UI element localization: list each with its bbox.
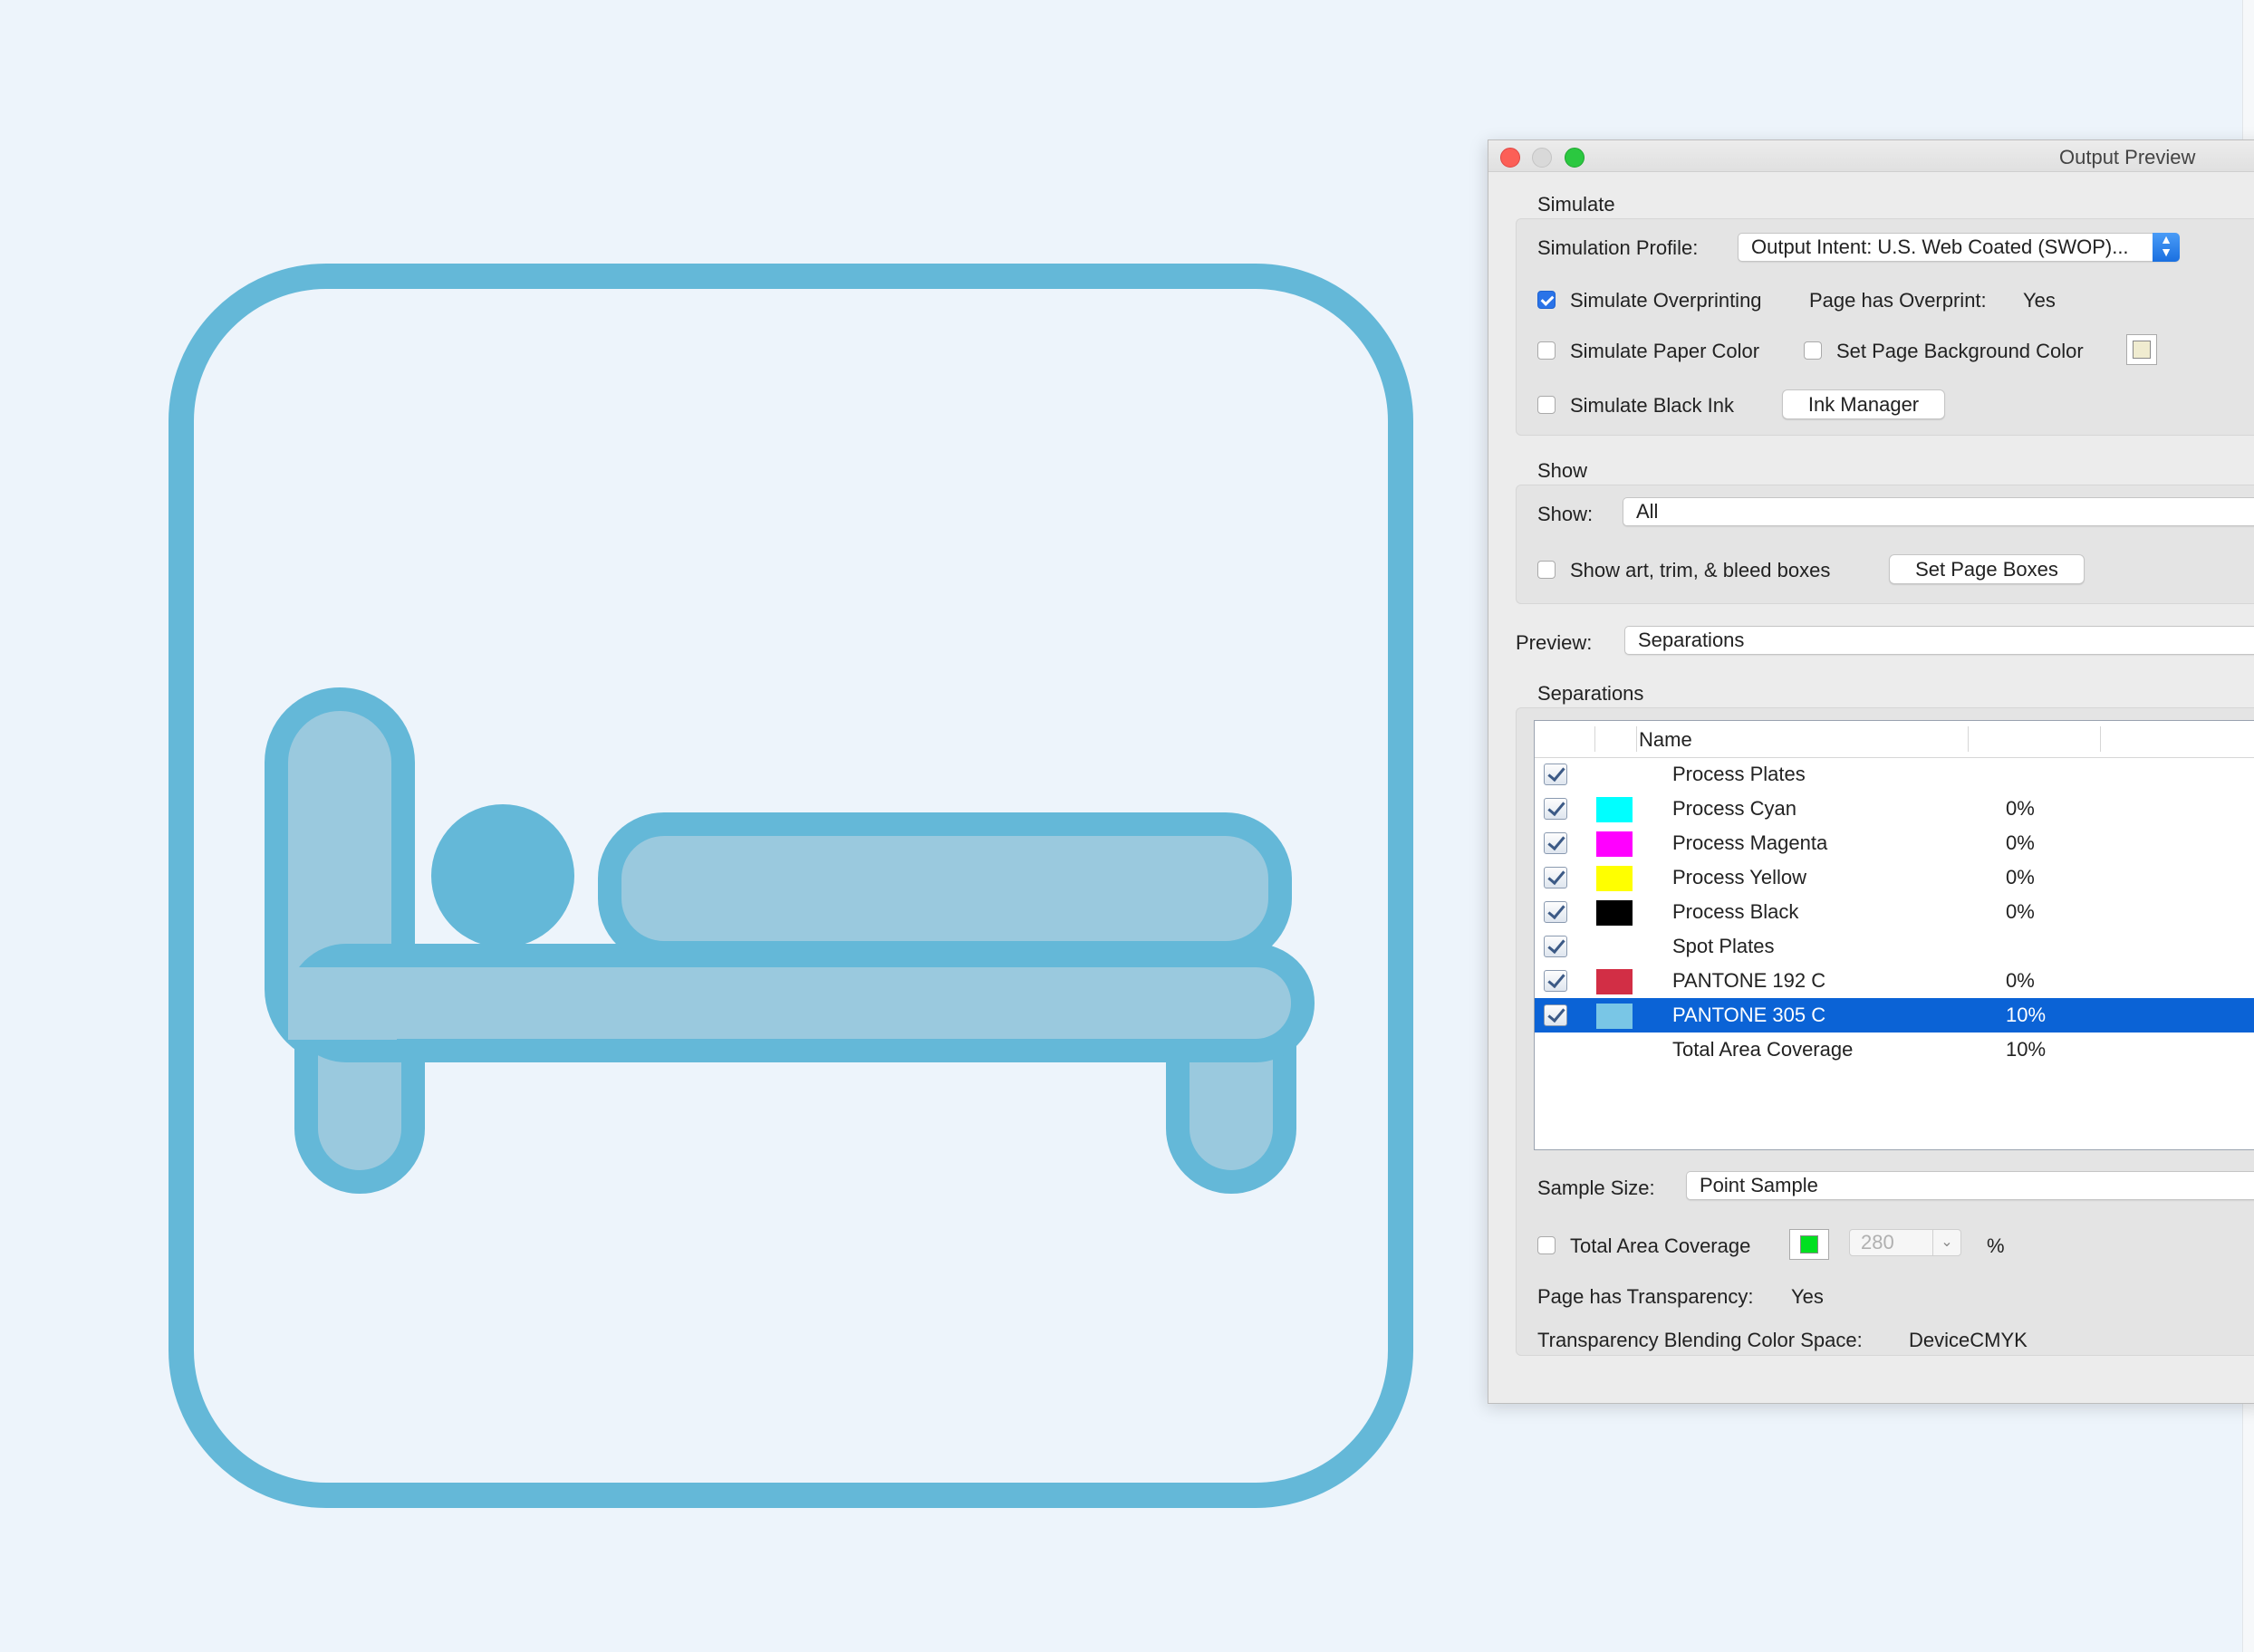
plate-name: Process Black [1672, 900, 1799, 923]
page-background-color-swatch[interactable] [2126, 334, 2157, 365]
window-title: Output Preview [2059, 146, 2196, 168]
minimize-button[interactable] [1532, 148, 1552, 168]
transparency-value: Yes [1791, 1285, 1824, 1308]
plate-coverage-percent: 0% [2006, 900, 2035, 923]
show-label: Show: [1537, 503, 1594, 525]
table-row[interactable]: Process Plates [1535, 757, 2254, 792]
set-page-boxes-button[interactable]: Set Page Boxes [1889, 554, 2085, 584]
close-button[interactable] [1500, 148, 1520, 168]
plate-visible-checkbox[interactable] [1544, 867, 1567, 888]
total-area-coverage-label: Total Area Coverage [1570, 1234, 1751, 1257]
total-area-coverage-checkbox[interactable] [1537, 1236, 1556, 1254]
plate-name: Process Magenta [1672, 831, 1828, 854]
preview-select[interactable]: Separations [1624, 626, 2254, 655]
coverage-value: 280 [1861, 1231, 1894, 1253]
table-row[interactable]: PANTONE 305 C 10% [1535, 998, 2254, 1032]
plate-coverage-percent: 0% [2006, 797, 2035, 820]
table-row[interactable]: Process Cyan 0% [1535, 792, 2254, 826]
plate-coverage-percent: 0% [2006, 969, 2035, 992]
plate-name: Process Yellow [1672, 866, 1806, 888]
plate-coverage-percent: 0% [2006, 831, 2035, 854]
table-row[interactable]: Process Magenta 0% [1535, 826, 2254, 860]
bed-frame [287, 944, 1315, 1062]
transparency-label: Page has Transparency: [1537, 1285, 1754, 1308]
plate-color-swatch [1596, 831, 1633, 857]
plate-name: Process Cyan [1672, 797, 1796, 820]
coverage-value-combobox[interactable]: 280 ⌄ [1849, 1229, 1961, 1256]
separations-table: Name Process Plates Process Cyan 0% Process… [1534, 720, 2254, 1150]
table-row[interactable]: Process Black 0% [1535, 895, 2254, 929]
bed-icon [169, 264, 1413, 1508]
table-header: Name [1535, 721, 2254, 758]
simulate-section-label: Simulate [1537, 193, 1615, 216]
bed-illustration [169, 264, 1413, 1508]
show-boxes-label: Show art, trim, & bleed boxes [1570, 559, 1831, 581]
set-page-background-label: Set Page Background Color [1836, 340, 2084, 362]
separations-section-label: Separations [1537, 682, 1644, 705]
sample-size-label: Sample Size: [1537, 1177, 1655, 1199]
simulate-black-ink-checkbox[interactable] [1537, 396, 1556, 414]
preview-label: Preview: [1516, 631, 1593, 654]
plate-visible-checkbox[interactable] [1544, 764, 1567, 785]
plate-visible-checkbox[interactable] [1544, 970, 1567, 992]
plate-visible-checkbox[interactable] [1544, 832, 1567, 854]
ink-manager-button[interactable]: Ink Manager [1782, 389, 1945, 419]
plate-visible-checkbox[interactable] [1544, 798, 1567, 820]
person-head [431, 804, 574, 947]
plate-visible-checkbox[interactable] [1544, 1004, 1567, 1026]
table-row[interactable]: Total Area Coverage 10% [1535, 1032, 2254, 1067]
plate-coverage-percent: 10% [2006, 1004, 2047, 1026]
sample-size-value: Point Sample [1700, 1174, 1818, 1196]
table-row[interactable]: PANTONE 192 C 0% [1535, 964, 2254, 998]
simulate-paper-color-checkbox[interactable] [1537, 341, 1556, 360]
simulate-overprinting-label: Simulate Overprinting [1570, 289, 1762, 312]
show-section-label: Show [1537, 459, 1588, 482]
show-select[interactable]: All [1623, 497, 2254, 526]
preview-select-value: Separations [1638, 629, 1745, 651]
plate-coverage-percent: 0% [2006, 866, 2035, 888]
plate-visible-checkbox[interactable] [1544, 901, 1567, 923]
plate-color-swatch [1596, 866, 1633, 891]
simulate-black-ink-label: Simulate Black Ink [1570, 394, 1734, 417]
overprint-value: Yes [2023, 289, 2056, 312]
name-column-header[interactable]: Name [1639, 728, 1692, 752]
simulation-profile-value: Output Intent: U.S. Web Coated (SWOP)... [1751, 235, 2129, 258]
set-page-background-checkbox[interactable] [1804, 341, 1822, 360]
blending-space-value: DeviceCMYK [1909, 1329, 2028, 1351]
simulation-profile-label: Simulation Profile: [1537, 236, 1699, 259]
show-select-value: All [1636, 500, 1659, 523]
zoom-button[interactable] [1565, 148, 1585, 168]
chevron-down-icon[interactable]: ⌄ [1932, 1230, 1960, 1255]
plate-color-swatch [1596, 797, 1633, 822]
bed-blanket [598, 812, 1292, 965]
stepper-arrows-icon: ▲ ▼ [2153, 233, 2180, 262]
coverage-color-fill [1800, 1235, 1818, 1253]
table-row[interactable]: Process Yellow 0% [1535, 860, 2254, 895]
plate-color-swatch [1596, 900, 1633, 926]
plate-color-swatch [1596, 1004, 1633, 1029]
plate-color-swatch [1596, 969, 1633, 994]
show-boxes-checkbox[interactable] [1537, 561, 1556, 579]
plate-name: PANTONE 192 C [1672, 969, 1826, 992]
output-preview-window: Output Preview Simulate Simulation Profi… [1488, 139, 2254, 1404]
plate-name: Total Area Coverage [1672, 1038, 1854, 1061]
simulate-paper-color-label: Simulate Paper Color [1570, 340, 1760, 362]
plate-coverage-percent: 10% [2006, 1038, 2047, 1061]
sample-size-select[interactable]: Point Sample [1686, 1171, 2254, 1200]
table-row[interactable]: Spot Plates [1535, 929, 2254, 964]
plate-name: Process Plates [1672, 763, 1806, 785]
overprint-label: Page has Overprint: [1809, 289, 1987, 312]
plate-visible-checkbox[interactable] [1544, 936, 1567, 957]
page-background-color-fill [2133, 341, 2151, 359]
simulation-profile-select[interactable]: Output Intent: U.S. Web Coated (SWOP)...… [1738, 233, 2180, 262]
blending-space-label: Transparency Blending Color Space: [1537, 1329, 1863, 1351]
coverage-unit: % [1987, 1234, 2005, 1257]
simulate-overprinting-checkbox[interactable] [1537, 291, 1556, 309]
title-bar[interactable]: Output Preview [1488, 140, 2254, 172]
coverage-color-swatch[interactable] [1789, 1229, 1829, 1260]
plate-name: PANTONE 305 C [1672, 1004, 1826, 1026]
plate-name: Spot Plates [1672, 935, 1775, 957]
